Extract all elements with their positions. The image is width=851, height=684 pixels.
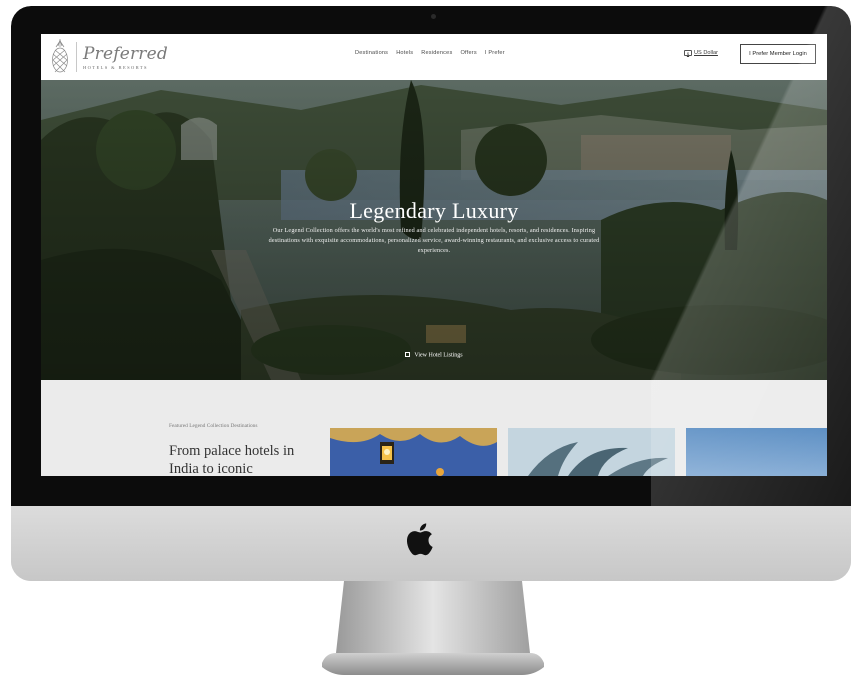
- destination-card-lantern[interactable]: [330, 428, 497, 476]
- palm-image: [508, 428, 675, 476]
- imac-stand: [322, 581, 544, 676]
- list-icon: [405, 352, 411, 357]
- hero-description: Our Legend Collection offers the world's…: [268, 227, 600, 254]
- brand-logo[interactable]: Preferred HOTELS & RESORTS: [49, 38, 168, 76]
- nav-residences[interactable]: Residences: [421, 50, 452, 56]
- logo-subtitle: HOTELS & RESORTS: [83, 65, 148, 70]
- nav-offers[interactable]: Offers: [460, 50, 476, 56]
- logo-wordmark: Preferred: [83, 44, 168, 64]
- currency-icon: $: [684, 50, 692, 56]
- camera-dot: [431, 14, 436, 19]
- featured-label: Featured Legend Collection Destinations: [169, 423, 258, 429]
- destination-card-palm[interactable]: [508, 428, 675, 476]
- nav-destinations[interactable]: Destinations: [355, 50, 388, 56]
- logo-divider: [76, 42, 77, 72]
- currency-label: US Dollar: [694, 50, 718, 56]
- nav-i-prefer[interactable]: I Prefer: [485, 50, 505, 56]
- lantern-image: [330, 428, 497, 476]
- main-nav: Destinations Hotels Residences Offers I …: [355, 50, 505, 56]
- apple-logo-icon: [406, 523, 433, 556]
- featured-destinations-section: Featured Legend Collection Destinations …: [41, 380, 827, 476]
- pineapple-logo-icon: [52, 39, 68, 73]
- sky-image: [686, 428, 827, 476]
- nav-hotels[interactable]: Hotels: [396, 50, 413, 56]
- screen-bezel: Preferred HOTELS & RESORTS Destinations …: [11, 6, 851, 506]
- featured-heading: From palace hotels in India to iconic: [169, 443, 295, 476]
- logo-text: Preferred HOTELS & RESORTS: [83, 44, 168, 70]
- currency-selector[interactable]: $ US Dollar: [684, 50, 718, 56]
- view-hotel-listings-link[interactable]: View Hotel Listings: [41, 352, 827, 359]
- member-login-button[interactable]: I Prefer Member Login: [740, 44, 816, 64]
- hero-title: Legendary Luxury: [349, 198, 519, 223]
- imac-frame: Preferred HOTELS & RESORTS Destinations …: [11, 6, 851, 581]
- destination-card-sky[interactable]: [686, 428, 827, 476]
- website-screen: Preferred HOTELS & RESORTS Destinations …: [41, 34, 827, 476]
- hero-banner: Legendary Luxury Our Legend Collection o…: [41, 80, 827, 380]
- site-header: Preferred HOTELS & RESORTS Destinations …: [41, 34, 827, 80]
- cta-label: View Hotel Listings: [414, 352, 463, 359]
